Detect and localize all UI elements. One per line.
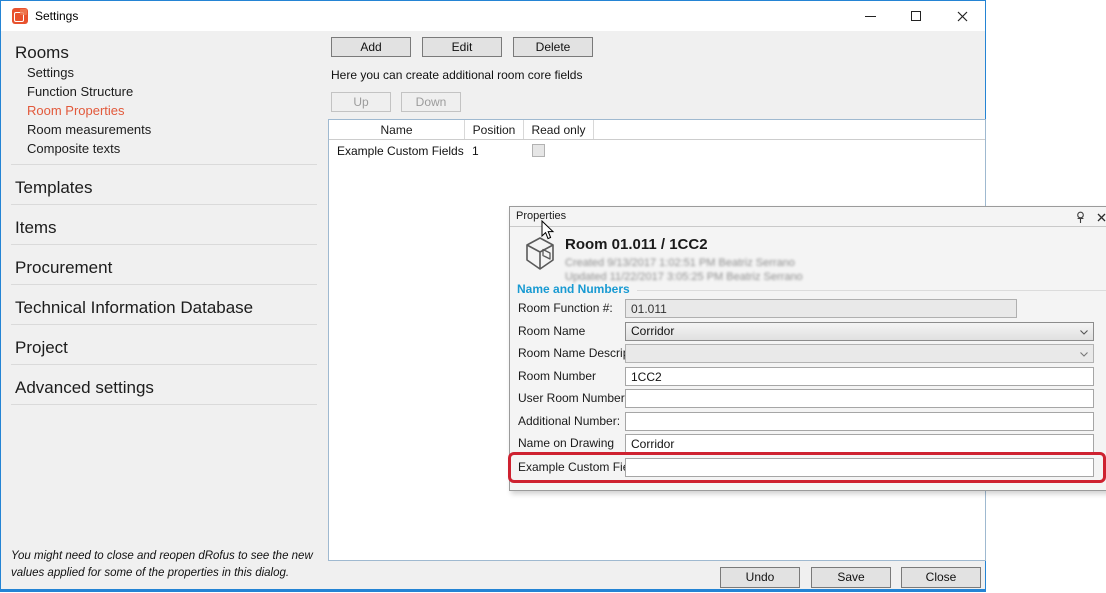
titlebar[interactable]: Settings: [1, 1, 985, 31]
sidebar-item-project[interactable]: Project: [15, 337, 327, 358]
up-button[interactable]: Up: [331, 92, 391, 112]
screenshot-root: Settings Rooms Settings Function Structu…: [0, 0, 1106, 593]
user-room-number-input[interactable]: [625, 389, 1094, 408]
field-label: User Room Number: [518, 389, 625, 408]
chevron-down-icon: [1080, 330, 1088, 335]
room-number-input[interactable]: [625, 367, 1094, 386]
field-row-room-name: Room Name Corridor: [510, 322, 1106, 341]
minimize-button[interactable]: [847, 1, 893, 31]
sidebar-divider: [11, 284, 317, 285]
sidebar-item-templates[interactable]: Templates: [15, 177, 327, 198]
sidebar-item-room-properties[interactable]: Room Properties: [27, 101, 327, 120]
field-label: Room Function #:: [518, 299, 613, 318]
field-row-name-on-drawing: Name on Drawing: [510, 434, 1106, 453]
sidebar-item-items[interactable]: Items: [15, 217, 327, 238]
maximize-button[interactable]: [893, 1, 939, 31]
sidebar-item-advanced-settings[interactable]: Advanced settings: [15, 377, 327, 398]
field-label: Room Name: [518, 322, 585, 341]
column-header-read-only[interactable]: Read only: [524, 120, 594, 139]
window-title: Settings: [35, 9, 78, 23]
pin-button[interactable]: [1073, 210, 1087, 224]
field-row-room-name-description: Room Name Description: [510, 344, 1106, 363]
properties-panel: Properties Room 01.011 / 1CC2 Created: [509, 206, 1106, 491]
column-header-name[interactable]: Name: [329, 120, 465, 139]
room-function-input: [625, 299, 1017, 318]
sidebar-item-function-structure[interactable]: Function Structure: [27, 82, 327, 101]
sidebar-item-rooms[interactable]: Rooms: [15, 42, 327, 63]
panel-close-button[interactable]: [1094, 210, 1106, 224]
field-row-additional-number: Additional Number:: [510, 412, 1106, 431]
undo-button[interactable]: Undo: [720, 567, 800, 588]
close-icon: [957, 11, 968, 22]
table-header: Name Position Read only: [329, 120, 985, 140]
delete-button[interactable]: Delete: [513, 37, 593, 57]
sidebar-divider: [11, 404, 317, 405]
minimize-icon: [865, 16, 876, 17]
section-description: Here you can create additional room core…: [331, 68, 582, 82]
cell-read-only: [524, 144, 594, 157]
additional-number-input[interactable]: [625, 412, 1094, 431]
room-title: Room 01.011 / 1CC2: [565, 236, 708, 253]
table-row[interactable]: Example Custom Fields 1: [329, 140, 985, 161]
cell-position: 1: [465, 144, 524, 158]
field-row-room-function: Room Function #:: [510, 299, 1106, 318]
field-label: Name on Drawing: [518, 434, 614, 453]
sidebar-divider: [11, 244, 317, 245]
save-button[interactable]: Save: [811, 567, 891, 588]
sidebar-item-composite-texts[interactable]: Composite texts: [27, 139, 327, 158]
maximize-icon: [911, 11, 921, 21]
room-name-combobox[interactable]: Corridor: [625, 322, 1094, 341]
sidebar-divider: [11, 164, 317, 165]
room-created-meta: Created 9/13/2017 1:02:51 PM Beatriz Ser…: [565, 257, 795, 269]
add-button[interactable]: Add: [331, 37, 411, 57]
room-3d-box-icon: [520, 235, 560, 273]
close-dialog-button[interactable]: Close: [901, 567, 981, 588]
field-label: Additional Number:: [518, 412, 620, 431]
field-label: Room Number: [518, 367, 596, 386]
edit-button[interactable]: Edit: [422, 37, 502, 57]
close-button[interactable]: [939, 1, 985, 31]
section-name-and-numbers: Name and Numbers: [517, 282, 630, 296]
pin-icon: [1075, 211, 1086, 224]
drofus-app-icon: [12, 8, 28, 24]
window-controls: [847, 1, 985, 31]
name-on-drawing-input[interactable]: [625, 434, 1094, 453]
sidebar-divider: [11, 364, 317, 365]
room-name-description-combobox: [625, 344, 1094, 363]
mouse-cursor: [541, 220, 555, 240]
section-rule: [637, 290, 1106, 291]
restart-note: You might need to close and reopen dRofu…: [11, 548, 321, 581]
sidebar-item-technical-information-database[interactable]: Technical Information Database: [15, 297, 327, 318]
cell-name: Example Custom Fields: [329, 144, 465, 158]
highlight-red-box: [508, 452, 1106, 483]
combo-value: Corridor: [631, 324, 674, 338]
read-only-checkbox[interactable]: [532, 144, 545, 157]
sidebar: Rooms Settings Function Structure Room P…: [1, 31, 327, 589]
down-button[interactable]: Down: [401, 92, 461, 112]
panel-close-icon: [1097, 213, 1106, 222]
sidebar-item-procurement[interactable]: Procurement: [15, 257, 327, 278]
field-row-user-room-number: User Room Number: [510, 389, 1106, 408]
chevron-down-icon: [1080, 352, 1088, 357]
field-row-room-number: Room Number: [510, 367, 1106, 386]
sidebar-divider: [11, 324, 317, 325]
column-header-position[interactable]: Position: [465, 120, 524, 139]
properties-panel-titlebar[interactable]: Properties: [510, 207, 1106, 227]
sidebar-divider: [11, 204, 317, 205]
sidebar-item-room-measurements[interactable]: Room measurements: [27, 120, 327, 139]
sidebar-item-settings[interactable]: Settings: [27, 63, 327, 82]
